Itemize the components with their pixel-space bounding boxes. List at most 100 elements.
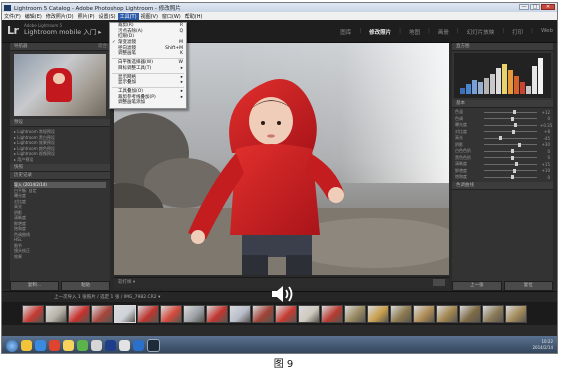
slider-track[interactable] xyxy=(484,110,537,115)
tone-curve-header[interactable]: 色调曲线 xyxy=(452,181,553,190)
folder-icon[interactable] xyxy=(63,340,74,351)
slider-track[interactable] xyxy=(484,142,537,147)
photoshop-icon[interactable] xyxy=(105,340,116,351)
menu-item[interactable]: 窗口(W) xyxy=(160,13,183,20)
module-tab[interactable]: 打印 xyxy=(512,28,523,36)
slider-value[interactable]: 0 xyxy=(540,149,550,154)
slider-value[interactable]: 0 xyxy=(540,155,550,160)
menu-item[interactable]: 编辑(E) xyxy=(23,13,44,20)
menu-item[interactable]: 修改照片(D) xyxy=(44,13,76,20)
menu-item[interactable]: 调整画笔 K xyxy=(110,51,186,57)
filmstrip-thumbnail[interactable] xyxy=(436,304,458,323)
filmstrip-thumbnail[interactable] xyxy=(390,304,412,323)
slider-track[interactable] xyxy=(484,175,537,180)
slider-knob[interactable] xyxy=(514,162,518,167)
slider-value[interactable]: +30 xyxy=(540,142,550,147)
slider-knob[interactable] xyxy=(510,175,514,180)
filmstrip-thumbnail[interactable] xyxy=(45,304,67,323)
navigator-preview[interactable] xyxy=(14,54,106,116)
menu-item[interactable]: 工具(T) xyxy=(117,12,139,20)
snapshots-header[interactable]: 快照 xyxy=(10,164,110,172)
close-button[interactable]: ✕ xyxy=(541,4,555,10)
previous-button[interactable]: 上一张 xyxy=(452,281,502,291)
explorer-icon[interactable] xyxy=(21,340,32,351)
presets-header[interactable]: 预设 xyxy=(10,119,110,127)
filmstrip-info[interactable]: 上一次导入 1 张照片 / 选定 1 张 / IMG_7982.CR2 ▾ xyxy=(54,294,160,300)
slider-value[interactable]: 0 xyxy=(540,175,550,180)
module-tab[interactable]: 幻灯片放映 xyxy=(467,28,495,36)
identity-plate[interactable]: Adobe Lightroom 5 Lightroom mobile 入门 ▸ xyxy=(24,23,102,36)
system-tray-clock[interactable]: 10:22 2014/2/14 xyxy=(532,339,553,351)
module-tab[interactable]: Web xyxy=(541,28,553,36)
slider-knob[interactable] xyxy=(510,155,514,160)
slider-knob[interactable] xyxy=(510,149,514,154)
menu-item[interactable]: 目标调整工具(T) ▸ xyxy=(110,66,186,72)
menu-item[interactable]: 设置(S) xyxy=(97,13,118,20)
chrome-icon[interactable] xyxy=(49,340,60,351)
reset-button[interactable]: 复位 xyxy=(503,281,553,291)
copy-button[interactable]: 复制... xyxy=(10,281,59,291)
filmstrip-thumbnail[interactable] xyxy=(160,304,182,323)
slider-knob[interactable] xyxy=(512,129,516,134)
filmstrip-thumbnail[interactable] xyxy=(114,304,136,323)
filmstrip-thumbnail[interactable] xyxy=(413,304,435,323)
minimize-button[interactable]: — xyxy=(519,4,529,10)
slider-knob[interactable] xyxy=(518,142,522,147)
slider-track[interactable] xyxy=(484,162,537,167)
lightroom-taskbar-icon[interactable] xyxy=(147,339,160,352)
slider-value[interactable]: +10 xyxy=(540,168,550,173)
slider-track[interactable] xyxy=(484,123,537,128)
media-icon[interactable] xyxy=(77,340,88,351)
filmstrip-thumbnail[interactable] xyxy=(137,304,159,323)
toolbar-button[interactable] xyxy=(433,279,445,286)
slider-track[interactable] xyxy=(484,168,537,173)
slider-value[interactable]: -45 xyxy=(540,136,550,141)
navigator-header[interactable]: 导航器 适合 xyxy=(10,43,110,51)
module-tab[interactable]: 画册 xyxy=(438,28,449,36)
slider-track[interactable] xyxy=(484,116,537,121)
app-icon[interactable] xyxy=(119,340,130,351)
filmstrip-thumbnail[interactable] xyxy=(459,304,481,323)
paste-button[interactable]: 粘贴 xyxy=(61,281,110,291)
slider-track[interactable] xyxy=(484,149,537,154)
menu-item[interactable]: 显示叠加 ▸ xyxy=(110,80,186,86)
slider-value[interactable]: +12 xyxy=(540,110,550,115)
slider-knob[interactable] xyxy=(513,168,517,173)
ie-icon[interactable] xyxy=(35,340,46,351)
app-icon[interactable] xyxy=(91,340,102,351)
filmstrip-thumbnail[interactable] xyxy=(229,304,251,323)
filmstrip-thumbnail[interactable] xyxy=(183,304,205,323)
slider-knob[interactable] xyxy=(513,123,517,128)
preset-folder[interactable]: ▸ 用户预设 xyxy=(14,157,106,163)
slider-value[interactable]: +8 xyxy=(540,129,550,134)
filmstrip-thumbnail[interactable] xyxy=(206,304,228,323)
filmstrip-thumbnail[interactable] xyxy=(22,304,44,323)
menu-item[interactable]: 照片(P) xyxy=(76,13,97,20)
module-tab[interactable]: 地图 xyxy=(409,28,420,36)
filmstrip-thumbnail[interactable] xyxy=(367,304,389,323)
filmstrip-thumbnail[interactable] xyxy=(68,304,90,323)
start-button[interactable] xyxy=(6,339,18,352)
slider-track[interactable] xyxy=(484,136,537,141)
soft-proof-toggle[interactable]: 软打样 ▾ xyxy=(118,279,135,285)
module-tab[interactable]: 图库 xyxy=(340,28,351,36)
filmstrip-thumbnail[interactable] xyxy=(298,304,320,323)
filmstrip-thumbnail[interactable] xyxy=(505,304,527,323)
history-step[interactable]: 效果 xyxy=(14,254,106,260)
slider-knob[interactable] xyxy=(513,110,517,115)
slider-knob[interactable] xyxy=(510,116,514,121)
history-header[interactable]: 历史记录 xyxy=(10,172,110,180)
slider-track[interactable] xyxy=(484,155,537,160)
filmstrip-thumbnail[interactable] xyxy=(252,304,274,323)
filmstrip-thumbnail[interactable] xyxy=(321,304,343,323)
filmstrip-thumbnail[interactable] xyxy=(482,304,504,323)
filmstrip-thumbnail[interactable] xyxy=(275,304,297,323)
app-icon[interactable] xyxy=(133,340,144,351)
module-tab[interactable]: 修改照片 xyxy=(369,28,391,36)
menu-item[interactable]: 文件(F) xyxy=(2,13,23,20)
slider-value[interactable]: +15 xyxy=(540,162,550,167)
lightroom-mobile-link[interactable]: Lightroom mobile 入门 ▸ xyxy=(24,28,102,36)
filmstrip-thumbnail[interactable] xyxy=(91,304,113,323)
menu-item[interactable]: 帮助(H) xyxy=(183,13,205,20)
slider-knob[interactable] xyxy=(498,136,502,141)
